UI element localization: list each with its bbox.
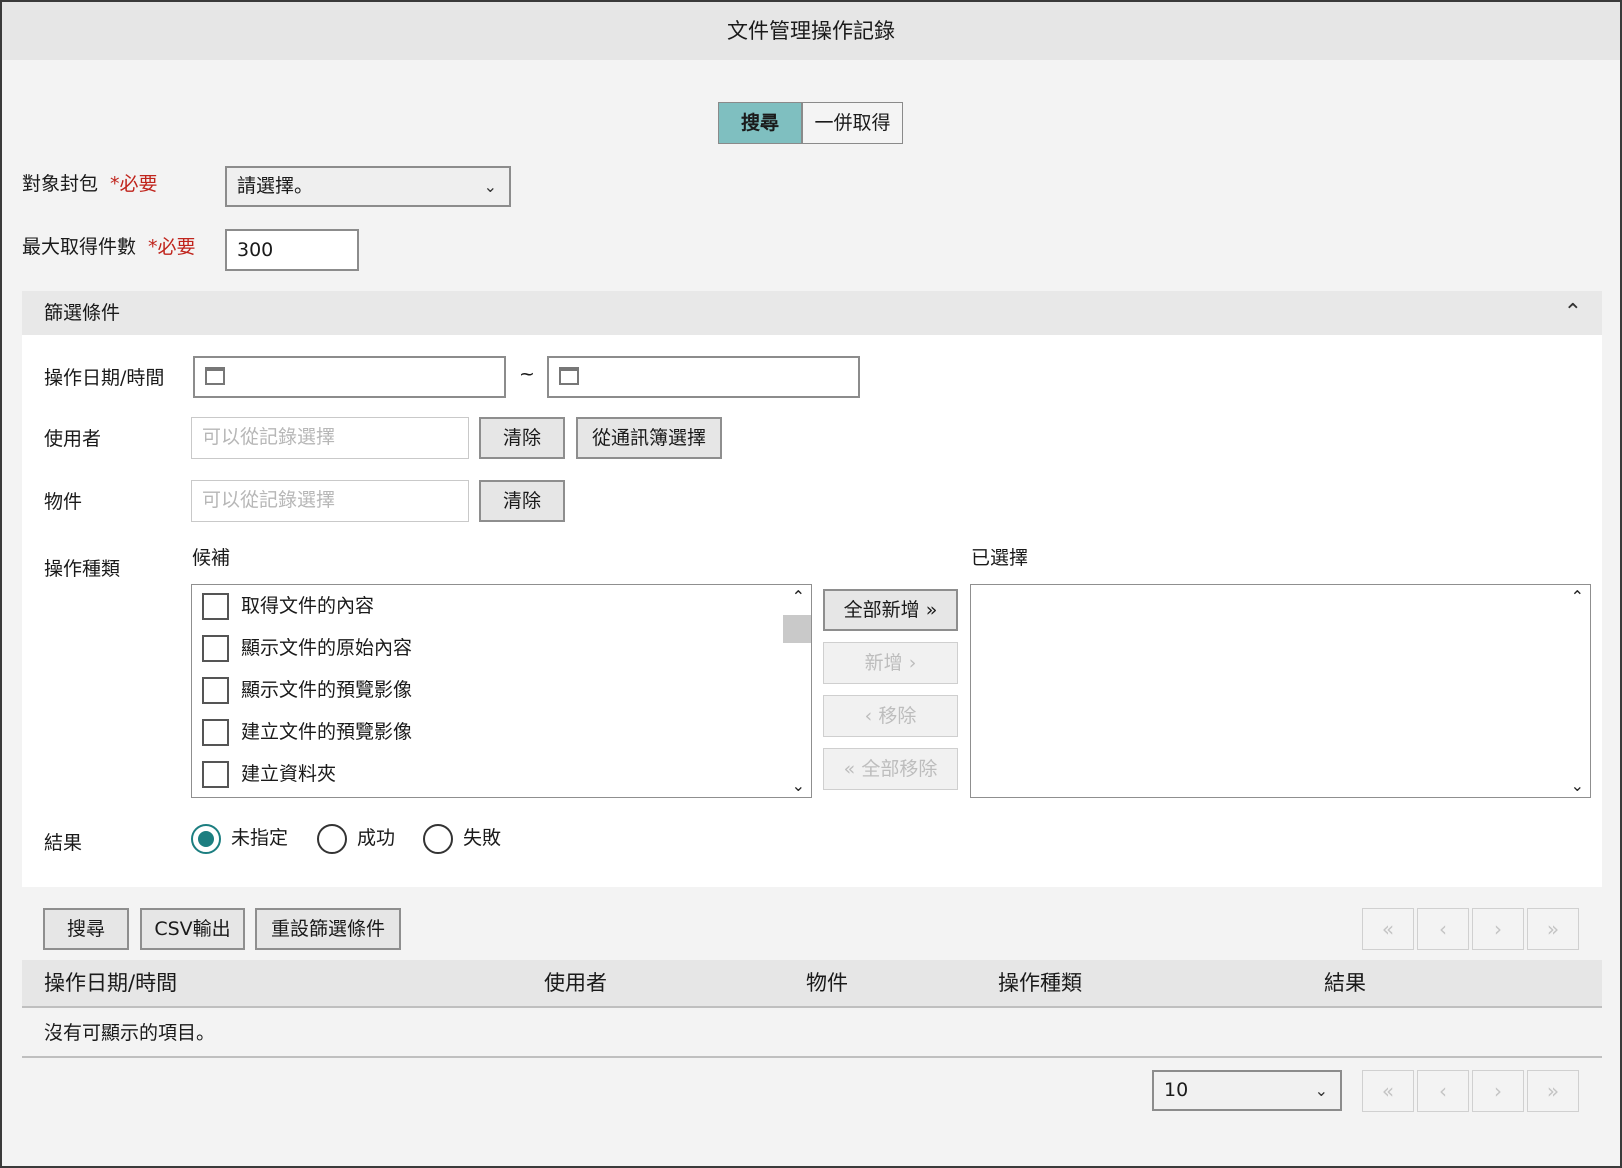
scroll-up-icon[interactable]: ⌃ [1571, 587, 1584, 606]
user-label: 使用者 [44, 428, 102, 450]
radio-button[interactable] [317, 823, 347, 854]
first-page-button[interactable]: « [1362, 1070, 1414, 1112]
object-label: 物件 [44, 491, 83, 513]
filter-panel-title: 篩選條件 [44, 302, 121, 324]
radio-label: 失敗 [463, 827, 502, 849]
radio-label: 未指定 [231, 827, 289, 849]
chevron-down-icon: ⌄ [1314, 1081, 1328, 1100]
chevron-up-icon[interactable]: ⌃ [1564, 291, 1582, 335]
radio-button[interactable] [423, 823, 453, 854]
scroll-down-icon[interactable]: ⌄ [792, 776, 805, 795]
calendar-icon[interactable] [205, 367, 225, 385]
remove-label: 移除 [878, 705, 917, 727]
list-item[interactable]: 建立資料夾 [202, 759, 336, 789]
candidate-label: 顯示文件的原始內容 [241, 637, 413, 659]
list-item[interactable]: 顯示文件的原始內容 [202, 633, 412, 663]
candidates-label: 候補 [192, 547, 231, 569]
envelope-select-value: 請選擇。 [237, 175, 314, 197]
filter-panel: 篩選條件 ⌃ 操作日期/時間 ~ 使用者 可以從記錄選擇 清除 從通訊簿選擇 物… [22, 291, 1602, 887]
result-radio-success[interactable]: 成功 [317, 821, 395, 855]
chevron-right-icon: › [908, 652, 917, 674]
window-frame: 文件管理操作記錄 搜尋 一併取得 對象封包 *必要 請選擇。 ⌄ 最大取得件數 *必… [0, 0, 1622, 1168]
scroll-down-icon[interactable]: ⌄ [1571, 776, 1584, 795]
next-page-button[interactable]: › [1472, 1070, 1524, 1112]
chevron-left-icon: ‹ [864, 705, 873, 727]
remove-all-button[interactable]: « 全部移除 [823, 748, 958, 790]
max-count-label-text: 最大取得件數 [22, 236, 137, 258]
column-header[interactable]: 操作種類 [998, 960, 1082, 1006]
checkbox[interactable] [202, 635, 229, 662]
datetime-separator: ~ [519, 363, 535, 385]
object-clear-button[interactable]: 清除 [479, 480, 565, 522]
radio-button[interactable] [191, 823, 221, 854]
prev-page-button[interactable]: ‹ [1417, 1070, 1469, 1112]
filter-panel-header[interactable]: 篩選條件 ⌃ [22, 291, 1602, 335]
page-size-value: 10 [1164, 1079, 1189, 1101]
page-size-select[interactable]: 10 ⌄ [1152, 1070, 1342, 1111]
datetime-label: 操作日期/時間 [44, 367, 165, 389]
result-radio-unspecified[interactable]: 未指定 [191, 821, 288, 855]
prev-page-button[interactable]: ‹ [1417, 908, 1469, 950]
list-item[interactable]: 顯示文件的預覽影像 [202, 675, 412, 705]
candidate-label: 建立資料夾 [241, 763, 337, 785]
max-count-label: 最大取得件數 *必要 [22, 232, 196, 259]
candidate-label: 取得文件的內容 [241, 595, 375, 617]
radio-label: 成功 [357, 827, 396, 849]
column-header[interactable]: 使用者 [544, 960, 607, 1006]
empty-row: 沒有可顯示的項目。 [22, 1010, 1602, 1058]
add-label: 新增 [864, 652, 903, 674]
user-input[interactable]: 可以從記錄選擇 [191, 417, 469, 459]
window-title: 文件管理操作記錄 [2, 2, 1620, 60]
tab-search[interactable]: 搜尋 [718, 102, 802, 144]
reset-filter-button[interactable]: 重設篩選條件 [255, 908, 401, 950]
candidates-listbox[interactable]: 取得文件的內容 顯示文件的原始內容 顯示文件的預覽影像 建立文件的預覽影像 建立… [191, 584, 812, 798]
remove-all-label: 全部移除 [861, 758, 938, 780]
column-header[interactable]: 操作日期/時間 [44, 960, 177, 1006]
column-header[interactable]: 物件 [806, 960, 848, 1006]
scroll-up-icon[interactable]: ⌃ [792, 587, 805, 606]
list-item[interactable]: 建立文件的預覽影像 [202, 717, 412, 747]
last-page-button[interactable]: » [1527, 1070, 1579, 1112]
next-page-button[interactable]: › [1472, 908, 1524, 950]
first-page-button[interactable]: « [1362, 908, 1414, 950]
candidate-label: 建立文件的預覽影像 [241, 721, 413, 743]
remove-button[interactable]: ‹ 移除 [823, 695, 958, 737]
checkbox[interactable] [202, 719, 229, 746]
max-count-input[interactable]: 300 [225, 229, 359, 271]
search-button[interactable]: 搜尋 [43, 908, 129, 950]
tab-batch-get[interactable]: 一併取得 [802, 102, 903, 144]
selected-listbox[interactable]: ⌃ ⌄ [970, 584, 1591, 798]
csv-export-button[interactable]: CSV輸出 [140, 908, 245, 950]
results-table-header: 操作日期/時間 使用者 物件 操作種類 結果 [22, 960, 1602, 1008]
checkbox[interactable] [202, 593, 229, 620]
add-all-button[interactable]: 全部新增 » [823, 589, 958, 631]
user-clear-button[interactable]: 清除 [479, 417, 565, 459]
max-count-required: *必要 [148, 236, 196, 258]
candidate-label: 顯示文件的預覽影像 [241, 679, 413, 701]
double-chevron-left-icon: « [843, 758, 856, 780]
column-header[interactable]: 結果 [1324, 960, 1366, 1006]
envelope-required: *必要 [110, 173, 158, 195]
chevron-down-icon: ⌄ [483, 177, 497, 196]
envelope-select[interactable]: 請選擇。 ⌄ [225, 166, 511, 207]
selected-label: 已選擇 [971, 547, 1029, 569]
op-type-label: 操作種類 [44, 558, 121, 580]
list-item[interactable]: 取得文件的內容 [202, 591, 374, 621]
add-all-label: 全部新增 [843, 599, 920, 621]
last-page-button[interactable]: » [1527, 908, 1579, 950]
result-label: 結果 [44, 832, 83, 854]
checkbox[interactable] [202, 761, 229, 788]
envelope-label: 對象封包 *必要 [22, 169, 158, 196]
user-from-directory-button[interactable]: 從通訊簿選擇 [576, 417, 722, 459]
checkbox[interactable] [202, 677, 229, 704]
double-chevron-right-icon: » [925, 599, 938, 621]
object-input[interactable]: 可以從記錄選擇 [191, 480, 469, 522]
calendar-icon[interactable] [559, 367, 579, 385]
add-button[interactable]: 新增 › [823, 642, 958, 684]
datetime-to-input[interactable] [547, 356, 860, 398]
scrollbar-thumb[interactable] [783, 615, 811, 643]
result-radio-failure[interactable]: 失敗 [423, 821, 501, 855]
datetime-from-input[interactable] [193, 356, 506, 398]
envelope-label-text: 對象封包 [22, 173, 99, 195]
